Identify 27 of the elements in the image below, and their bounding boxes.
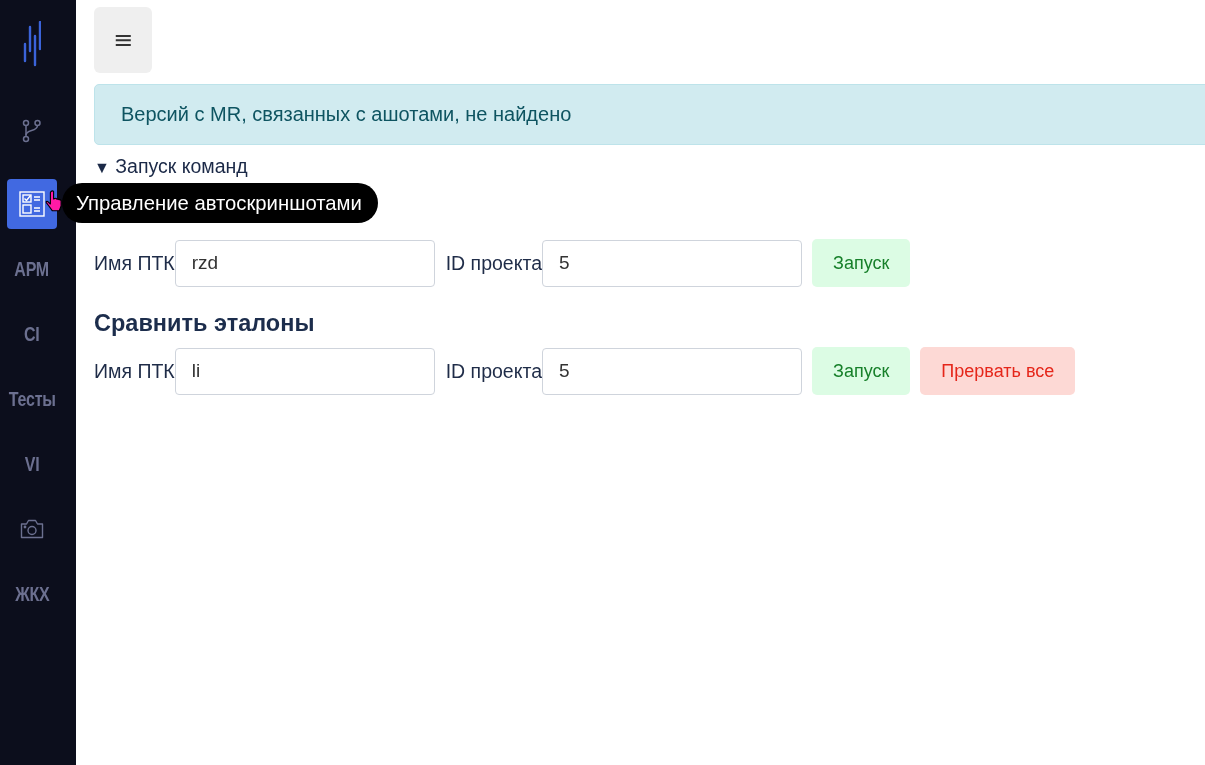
nav-link[interactable]: АРМ (14, 258, 50, 280)
tooltip: Управление автоскриншотами (62, 183, 378, 223)
section-toggle[interactable]: ▼ Запуск команд (94, 154, 248, 180)
checklist-icon (19, 191, 45, 217)
logo-icon (23, 21, 41, 67)
start-button[interactable]: Запуск (812, 239, 911, 287)
nav-link[interactable]: Тесты (8, 388, 56, 410)
nav-link[interactable]: CI (24, 323, 40, 345)
text-field[interactable]: rzd (174, 239, 435, 287)
field-label: Имя ПТК (94, 251, 175, 275)
field-label: ID проекта (445, 251, 542, 275)
menu-button[interactable]: ≡ (94, 7, 152, 73)
nav-link[interactable]: VI (24, 453, 40, 475)
hand-cursor-icon (45, 190, 63, 212)
branch-icon (22, 119, 42, 143)
nav-link[interactable]: ЖКХ (14, 583, 50, 605)
field-label: ID проекта (445, 359, 542, 383)
text-field[interactable]: 5 (542, 347, 802, 395)
field-label: Имя ПТК (94, 359, 175, 383)
camera-icon (20, 519, 44, 539)
info-alert: Версий с MR, связанных с ашотами, не найдено (94, 84, 1205, 145)
nav-button[interactable] (7, 179, 57, 229)
text-field[interactable]: 5 (542, 239, 802, 287)
start-button[interactable]: Запуск (812, 347, 911, 395)
stop-all-button[interactable]: Прервать все (920, 347, 1076, 395)
text-field[interactable]: li (174, 347, 435, 395)
section-heading: Сравнить эталоны (94, 309, 315, 338)
